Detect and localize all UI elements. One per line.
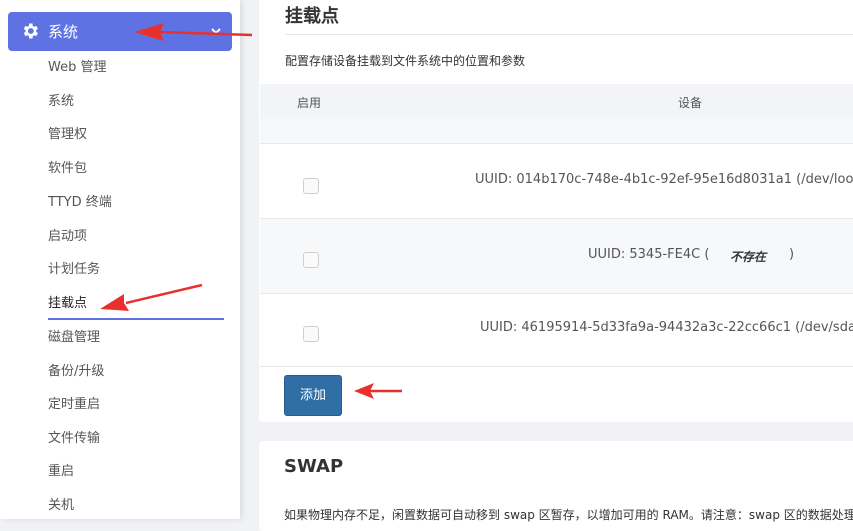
table-spacer-row xyxy=(260,119,853,144)
chevron-down-icon xyxy=(211,28,221,35)
device-cell: UUID: 46195914-5d33fa9a-94432a3c-22cc66c… xyxy=(480,320,853,335)
sidebar-item-system[interactable]: 系统 xyxy=(48,92,74,112)
sidebar: 系统 Web 管理 系统 管理权 软件包 TTYD 终端 启动项 计划任务 挂载… xyxy=(0,0,240,519)
sidebar-item-startup[interactable]: 启动项 xyxy=(48,227,87,247)
title-divider xyxy=(285,34,853,35)
sidebar-section-label: 系统 xyxy=(48,23,79,41)
page-title: 挂载点 xyxy=(285,6,339,27)
sidebar-item-web-admin[interactable]: Web 管理 xyxy=(48,58,106,78)
sidebar-item-scheduled-reboot[interactable]: 定时重启 xyxy=(48,395,100,415)
mount-points-description: 配置存储设备挂载到文件系统中的位置和参数 xyxy=(285,54,526,68)
sidebar-item-ttyd[interactable]: TTYD 终端 xyxy=(48,193,112,213)
swap-title: SWAP xyxy=(284,456,344,477)
column-header-enabled: 启用 xyxy=(297,96,322,110)
swap-description: 如果物理内存不足，闲置数据可自动移到 swap 区暂存，以增加可用的 RAM。请… xyxy=(284,508,853,522)
active-item-underline xyxy=(48,318,224,320)
sidebar-item-disk-management[interactable]: 磁盘管理 xyxy=(48,328,100,348)
sidebar-item-reboot[interactable]: 重启 xyxy=(48,462,74,482)
device-cell: UUID: 5345-FE4C ( xyxy=(588,247,710,262)
sidebar-item-backup-upgrade[interactable]: 备份/升级 xyxy=(48,362,104,382)
gear-icon xyxy=(23,23,38,39)
enable-checkbox[interactable] xyxy=(303,178,319,194)
table-header xyxy=(260,84,853,119)
sidebar-item-scheduled-tasks[interactable]: 计划任务 xyxy=(48,260,100,280)
device-cell-suffix: ) xyxy=(789,247,795,262)
sidebar-item-shutdown[interactable]: 关机 xyxy=(48,496,74,516)
add-button[interactable]: 添加 xyxy=(284,375,342,416)
sidebar-item-file-transfer[interactable]: 文件传输 xyxy=(48,429,100,449)
sidebar-item-software[interactable]: 软件包 xyxy=(48,159,87,179)
enable-checkbox[interactable] xyxy=(303,252,319,268)
sidebar-item-admin[interactable]: 管理权 xyxy=(48,125,87,145)
sidebar-item-mount-points[interactable]: 挂载点 xyxy=(48,294,87,314)
device-status-missing: 不存在 xyxy=(730,250,767,264)
enable-checkbox[interactable] xyxy=(303,326,319,342)
sidebar-section-system[interactable]: 系统 xyxy=(8,12,232,51)
device-cell: UUID: 014b170c-748e-4b1c-92ef-95e16d8031… xyxy=(475,172,853,187)
column-header-device: 设备 xyxy=(678,96,703,110)
